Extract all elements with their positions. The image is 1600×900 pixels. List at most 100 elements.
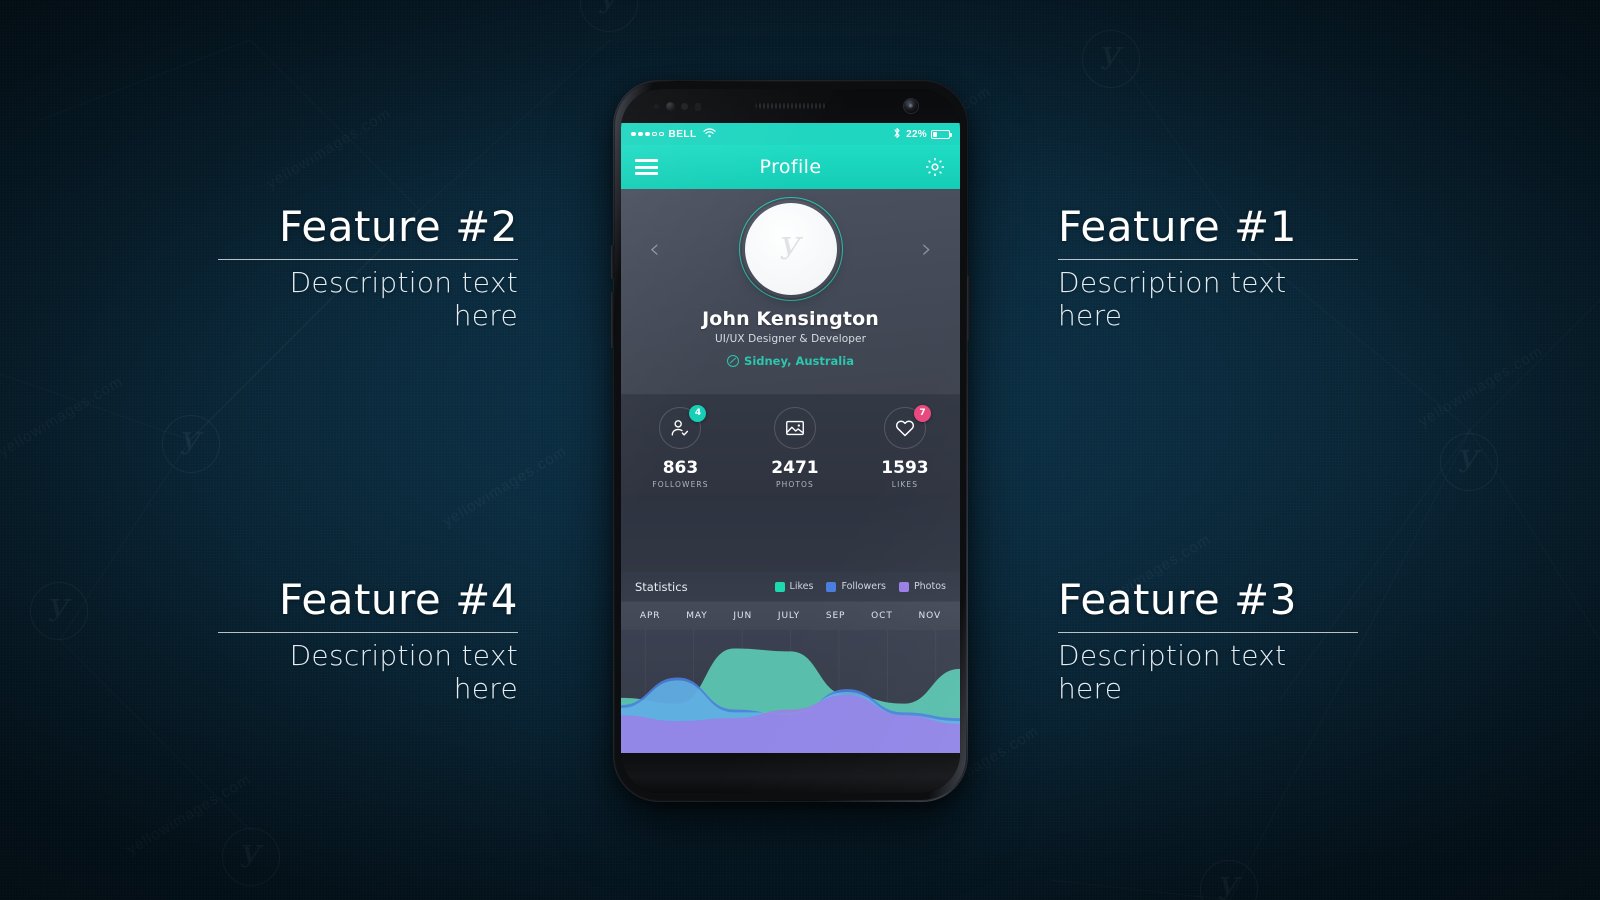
profile-location-label: Sidney, Australia — [744, 354, 854, 368]
heart-icon: 7 — [883, 404, 931, 449]
volume-down-button[interactable] — [611, 292, 614, 348]
legend-swatch-photos — [898, 581, 909, 592]
profile-section: ‹ У › John Kensington UI/UX Designer & D… — [621, 189, 960, 394]
app-bar: Profile — [621, 145, 960, 189]
watermark-text: yellowimages.com — [264, 105, 394, 193]
iris-scanner-icon — [666, 102, 675, 111]
month-label-oct: OCT — [871, 611, 893, 621]
power-button[interactable] — [967, 276, 970, 340]
likes-count: 1593 — [881, 457, 929, 478]
photos-count: 2471 — [771, 457, 819, 478]
followers-badge: 4 — [689, 404, 707, 422]
image-icon — [773, 406, 816, 449]
legend-item-likes[interactable]: Likes — [774, 581, 814, 592]
stat-photos[interactable]: 2471 PHOTOS — [771, 406, 819, 489]
chart-legend: Likes Followers Photos — [774, 581, 946, 592]
avatar-placeholder-mark: У — [779, 231, 802, 267]
stat-likes[interactable]: 7 1593 LIKES — [881, 404, 931, 489]
feature-block-4: Feature #4 Description text here — [218, 575, 518, 706]
month-label-apr: APR — [639, 611, 661, 621]
watermark-text: yellowimages.com — [124, 771, 254, 859]
volume-up-button[interactable] — [611, 245, 614, 279]
status-bar: BELL 22% — [621, 123, 960, 145]
chart-canvas — [621, 630, 960, 753]
followers-label: FOLLOWERS — [652, 479, 709, 489]
phone-top-bezel — [621, 89, 960, 123]
profile-role: UI/UX Designer & Developer — [714, 333, 867, 345]
watermark-logo: У — [222, 828, 280, 886]
page-title: Profile — [759, 156, 822, 178]
chart-month-axis: APR MAY JUN JULY SEP OCT NOV — [621, 602, 960, 630]
hamburger-menu-icon[interactable] — [635, 156, 658, 179]
content-spacer — [621, 494, 960, 572]
earpiece-speaker-icon — [754, 103, 827, 109]
phone-bottom-bezel — [621, 753, 960, 793]
watermark-text: yellowimages.com — [1416, 343, 1546, 431]
proximity-sensor-icon — [654, 104, 659, 109]
watermark-logo: У — [1200, 860, 1258, 900]
photos-label: PHOTOS — [775, 479, 814, 489]
feature-2-divider — [218, 259, 518, 261]
likes-label: LIKES — [891, 479, 919, 489]
presentation-stage: У У У У У У У yellowimages.com yellowima… — [0, 0, 1600, 900]
feature-3-description: Description text here — [1058, 639, 1287, 706]
month-label-july: JULY — [777, 611, 801, 621]
watermark-logo: У — [30, 582, 88, 640]
legend-label-followers: Followers — [841, 581, 886, 592]
watermark-logo: У — [1440, 433, 1498, 491]
feature-3-title: Feature #3 — [1058, 575, 1297, 624]
wifi-icon — [702, 127, 716, 141]
legend-label-likes: Likes — [789, 581, 814, 592]
watermark-logo: У — [162, 415, 220, 473]
feature-1-divider — [1058, 259, 1358, 261]
watermark-logo: У — [580, 0, 638, 32]
statistics-title: Statistics — [635, 579, 688, 594]
feature-block-2: Feature #2 Description text here — [218, 202, 518, 333]
phone-screen: BELL 22% Profile ‹ У › John Kensington U… — [621, 123, 960, 753]
led-indicator-icon — [695, 103, 701, 111]
watermark-text: yellowimages.com — [0, 373, 126, 461]
feature-2-title: Feature #2 — [279, 202, 518, 251]
battery-icon — [931, 129, 952, 139]
phone-mockup: BELL 22% Profile ‹ У › John Kensington U… — [611, 80, 970, 802]
carrier-label: BELL — [668, 128, 697, 140]
feature-3-divider — [1058, 632, 1358, 634]
area-chart — [621, 630, 960, 753]
stat-followers[interactable]: 4 863 FOLLOWERS — [652, 404, 709, 489]
legend-item-photos[interactable]: Photos — [898, 581, 946, 592]
avatar[interactable]: У — [744, 203, 837, 295]
month-label-nov: NOV — [918, 611, 942, 621]
profile-name: John Kensington — [702, 308, 879, 330]
likes-badge: 7 — [913, 404, 931, 422]
bluetooth-icon — [893, 127, 901, 142]
feature-block-3: Feature #3 Description text here — [1058, 575, 1358, 706]
feature-block-1: Feature #1 Description text here — [1058, 202, 1358, 333]
stats-row: 4 863 FOLLOWERS 2471 PHOTOS 7 1593 LIKES — [621, 394, 960, 494]
followers-count: 863 — [662, 457, 699, 478]
legend-swatch-followers — [826, 581, 837, 592]
legend-item-followers[interactable]: Followers — [826, 581, 886, 592]
battery-percent-label: 22% — [906, 128, 927, 140]
feature-1-description: Description text here — [1058, 266, 1287, 333]
feature-4-description: Description text here — [289, 639, 518, 706]
next-profile-arrow[interactable]: › — [921, 236, 932, 263]
avatar-carousel: ‹ У › — [621, 197, 960, 301]
front-camera-icon — [904, 99, 918, 113]
feature-4-title: Feature #4 — [279, 575, 518, 624]
location-slash-icon — [727, 355, 740, 367]
watermark-text: yellowimages.com — [440, 443, 570, 531]
gear-icon[interactable] — [924, 156, 946, 178]
feature-2-description: Description text here — [289, 266, 518, 333]
month-label-may: MAY — [686, 611, 708, 621]
user-check-icon: 4 — [659, 404, 707, 449]
prev-profile-arrow[interactable]: ‹ — [649, 236, 660, 263]
statistics-header: Statistics Likes Followers Photos — [621, 572, 960, 602]
month-label-sep: SEP — [825, 611, 846, 621]
signal-strength-icon — [631, 131, 664, 137]
legend-label-photos: Photos — [913, 581, 946, 592]
feature-4-divider — [218, 632, 518, 634]
feature-1-title: Feature #1 — [1058, 202, 1297, 251]
profile-location[interactable]: Sidney, Australia — [727, 354, 854, 368]
month-label-jun: JUN — [733, 611, 753, 621]
phone-screen-housing: BELL 22% Profile ‹ У › John Kensington U… — [621, 89, 960, 793]
